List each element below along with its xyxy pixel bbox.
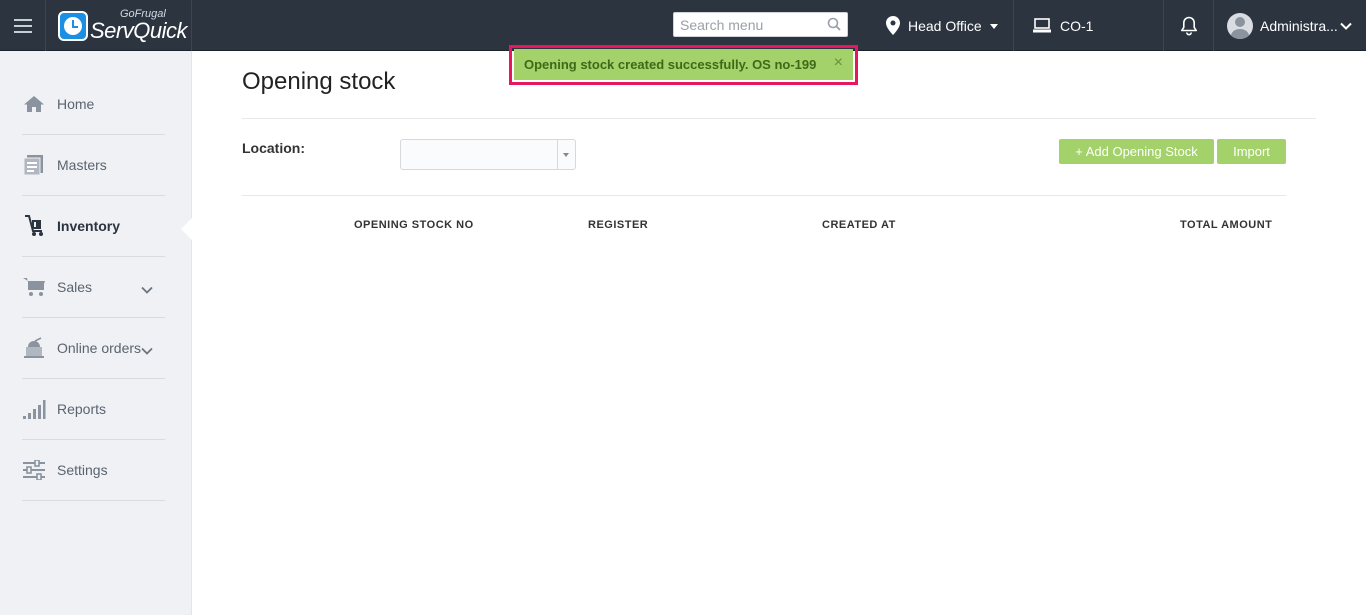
sidebar-item-reports[interactable]: Reports [22,379,165,440]
register-selector[interactable]: CO-1 [1014,0,1164,51]
location-name: Head Office [908,17,982,34]
chevron-down-icon [563,153,569,157]
sidebar-item-label: Settings [57,462,108,478]
register-name: CO-1 [1060,17,1094,34]
active-indicator [181,218,192,240]
computer-icon [1032,17,1052,34]
hamburger-icon [13,17,32,35]
sidebar-item-inventory[interactable]: Inventory [22,196,165,257]
success-toast: Opening stock created successfully. OS n… [514,49,853,80]
search-box [673,12,848,37]
logo-clock-icon [58,10,88,41]
chevron-down-icon [989,24,998,29]
location-label: Location: [242,140,305,156]
column-header-created-at[interactable]: CREATED AT [822,219,896,231]
top-bar: GoFrugal ServQuick Head Office CO-1 Admi… [0,0,1366,51]
bell-icon [1180,16,1198,36]
page-title: Opening stock [242,68,396,95]
location-dropdown[interactable] [400,139,576,170]
home-icon [22,92,46,116]
import-button[interactable]: Import [1217,139,1286,164]
sidebar-item-masters[interactable]: Masters [22,135,165,196]
logo-product-text: ServQuick [90,18,187,43]
chevron-down-icon[interactable] [141,342,153,360]
chevron-down-icon [1340,22,1352,30]
add-opening-stock-button[interactable]: + Add Opening Stock [1059,139,1214,164]
sidebar-item-label: Sales [57,279,93,295]
online-orders-icon [22,336,46,360]
hamburger-menu-button[interactable] [0,0,46,51]
dropdown-divider [557,140,558,169]
sidebar-item-label: Home [57,96,95,112]
user-menu[interactable]: Administra... [1214,0,1366,51]
app-logo[interactable]: GoFrugal ServQuick [46,0,192,51]
column-header-register[interactable]: REGISTER [588,219,648,231]
sidebar-item-settings[interactable]: Settings [22,440,165,501]
toast-message: Opening stock created successfully. OS n… [524,57,817,72]
sidebar: Home Masters Inventory Sales Online orde… [0,51,192,615]
sidebar-item-sales[interactable]: Sales [22,257,165,318]
sidebar-item-label: Masters [57,157,107,173]
sidebar-item-online-orders[interactable]: Online orders [22,318,165,379]
masters-icon [22,153,46,177]
map-pin-icon [886,16,900,35]
search-input[interactable] [674,13,824,36]
reports-icon [22,397,46,421]
user-name: Administra... [1260,17,1338,34]
divider [242,118,1316,119]
column-header-total-amount[interactable]: TOTAL AMOUNT [1180,219,1272,231]
sidebar-item-label: Online orders [57,340,142,356]
sidebar-item-label: Reports [57,401,107,417]
divider [242,195,1286,196]
sidebar-item-label: Inventory [57,218,121,234]
chevron-down-icon[interactable] [141,281,153,299]
column-header-opening-stock-no[interactable]: OPENING STOCK NO [354,219,474,231]
inventory-icon [22,214,46,238]
search-icon[interactable] [827,17,841,36]
cart-icon [22,275,46,299]
settings-icon [22,458,46,482]
avatar [1227,12,1253,39]
notifications-button[interactable] [1164,0,1214,51]
close-icon[interactable]: × [834,54,843,72]
location-selector[interactable]: Head Office [868,0,1014,51]
sidebar-item-home[interactable]: Home [22,74,165,135]
